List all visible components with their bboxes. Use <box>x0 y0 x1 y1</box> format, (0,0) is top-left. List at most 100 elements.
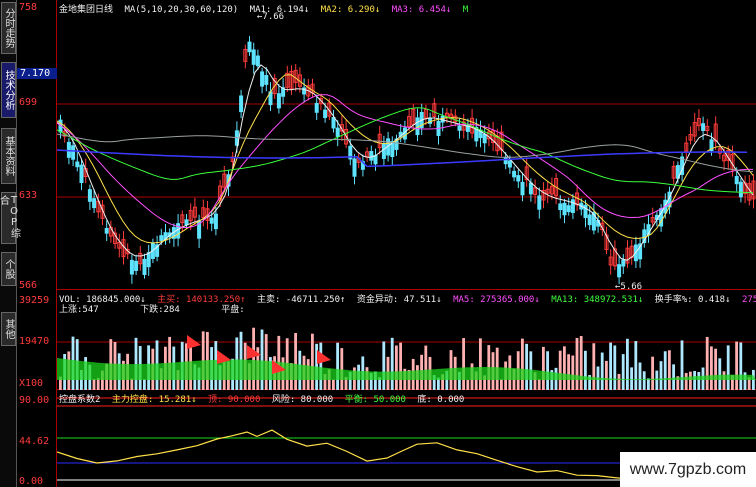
volume-bar <box>563 346 566 390</box>
ma4-line <box>57 107 754 194</box>
volume-bar <box>684 372 688 390</box>
candle-body <box>92 198 97 209</box>
candle-body <box>482 133 487 144</box>
candle-body <box>75 161 80 168</box>
volume-bar <box>537 379 541 390</box>
candle-body <box>440 115 445 123</box>
candle-body <box>314 102 319 113</box>
risk-line-value: 风险: 80.000 <box>271 395 334 405</box>
volume-bar <box>689 371 692 390</box>
volume-bar <box>567 354 570 390</box>
volume-bar <box>651 356 654 390</box>
candle-body <box>570 199 575 213</box>
ma2-value: MA2: 6.290↓ <box>320 5 381 15</box>
volume-bar <box>571 355 575 390</box>
volume-bar <box>613 345 617 390</box>
volume-bar <box>693 370 696 390</box>
volume-bar <box>546 351 549 390</box>
kline-panel[interactable]: 金地集团日线 MA(5,10,20,30,60,120) MA1: 6.194↓… <box>57 0 756 292</box>
candle-body <box>66 141 71 158</box>
candle-body <box>264 75 269 85</box>
volume-axis-top: 39259 <box>19 295 50 306</box>
flat-count: 平盘: <box>221 305 245 315</box>
ma3-line <box>57 94 753 228</box>
candle-body <box>159 235 164 241</box>
ma60-line <box>57 149 748 168</box>
candle-body <box>352 158 357 177</box>
indicator-name: 控盘系数2 <box>59 395 101 405</box>
candle-body <box>621 259 626 267</box>
volume-bar <box>382 341 386 390</box>
candle-body <box>129 259 134 275</box>
volume-bar <box>92 379 96 390</box>
bottom-line-value: 底: 0.000 <box>417 395 465 405</box>
candle-body <box>146 252 151 268</box>
candle-body <box>213 213 218 230</box>
volume-bar <box>659 361 663 390</box>
tab-top-overview[interactable]: TOP综合 <box>0 192 20 244</box>
tab-other[interactable]: 其他 <box>1 312 16 346</box>
volume-bar <box>332 379 335 390</box>
tab-technical-analysis[interactable]: 技术分析 <box>1 62 16 118</box>
candle-body <box>247 41 252 53</box>
volume-bar <box>340 348 344 390</box>
volume-bar <box>705 336 709 390</box>
volume-bar <box>479 338 482 390</box>
candle-body <box>255 55 260 67</box>
ma-params: MA(5,10,20,30,60,120) <box>124 5 239 15</box>
up-count: 上涨:547 <box>59 305 99 315</box>
volume-bar <box>466 379 470 390</box>
volume-bar <box>319 342 323 390</box>
candle-body <box>87 189 92 202</box>
candle-body <box>562 202 567 216</box>
balance-line-value: 平衡: 50.000 <box>344 395 406 405</box>
volume-bar <box>655 370 659 390</box>
tab-stock[interactable]: 个股 <box>1 252 16 286</box>
volume-axis-unit: X100 <box>19 378 44 389</box>
candle-body <box>457 125 462 131</box>
candle-body <box>134 260 139 271</box>
candle-body <box>617 264 622 278</box>
candle-body <box>369 151 374 161</box>
volume-bar <box>663 351 667 390</box>
volume-bar <box>718 358 722 390</box>
candle-body <box>251 49 256 65</box>
candle-body <box>587 214 592 226</box>
vol-ma13-value: MA13: 348972.531↓ <box>551 295 644 305</box>
candle-body <box>239 95 244 113</box>
volume-panel[interactable]: VOL: 186845.000↓ 主买: 140133.250↑ 主卖: -46… <box>57 290 756 390</box>
tab-realtime[interactable]: 分时走势 <box>1 2 16 54</box>
volume-bar <box>575 337 579 390</box>
breadth-legend: 上涨:547 下跌:284 平盘: <box>59 302 251 315</box>
ma-extra: M <box>462 5 469 15</box>
candle-body <box>701 123 706 131</box>
buy-signal-marker <box>317 350 331 364</box>
left-tab-bar: 分时走势 技术分析 基本资料 TOP综合 个股 其他 <box>0 0 20 487</box>
tab-fundamentals[interactable]: 基本资料 <box>1 128 16 184</box>
ma3-value: MA3: 6.454↓ <box>391 5 452 15</box>
volume-bar <box>726 345 730 390</box>
volume-bar <box>642 371 646 390</box>
volume-bar <box>592 343 596 390</box>
volume-bar <box>634 341 638 390</box>
candle-body <box>373 154 378 165</box>
indicator-legend: 控盘系数2 主力控盘: 15.281↓ 顶: 90.000 风险: 80.000… <box>59 392 470 405</box>
volume-bar <box>735 341 738 390</box>
high-value: 7.66 <box>262 12 285 22</box>
volume-bar <box>722 371 726 390</box>
volume-bar <box>617 373 621 390</box>
candle-body <box>331 117 336 129</box>
main-control-value: 主力控盘: 15.281↓ <box>111 395 197 405</box>
candle-body <box>558 203 563 211</box>
volume-bar <box>521 338 524 390</box>
candle-body <box>260 71 265 87</box>
volume-bar <box>130 378 134 390</box>
down-count: 下跌:284 <box>140 305 180 315</box>
value-axis: 758 7.170 699 633 566 39259 19470 X100 9… <box>17 0 57 487</box>
candle-body <box>209 217 214 224</box>
volume-bar <box>710 346 713 390</box>
indicator-axis-mid: 44.62 <box>19 436 50 447</box>
volume-bar <box>621 354 625 390</box>
volume-bar <box>525 343 528 390</box>
candle-body <box>566 205 571 213</box>
